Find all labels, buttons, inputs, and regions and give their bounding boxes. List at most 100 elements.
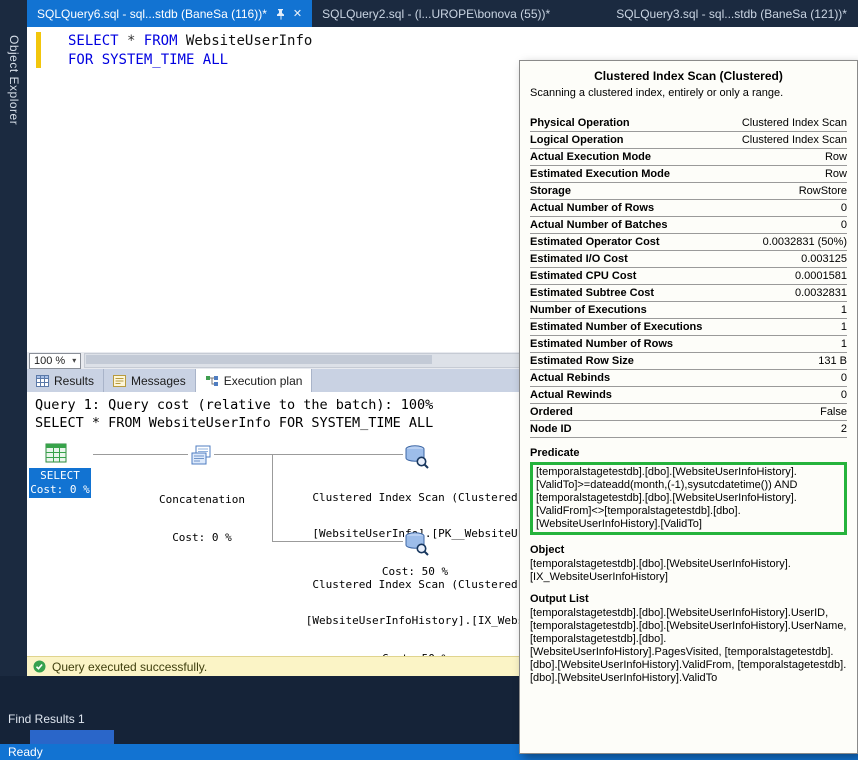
execution-plan-icon — [205, 375, 219, 387]
row-value: 0.0032831 — [795, 287, 847, 299]
find-results-selected-item[interactable] — [30, 730, 114, 744]
sql-keyword: FOR — [68, 52, 93, 68]
sql-code: SELECT*FROMWebsiteUserInfo FORSYSTEM_TIM… — [68, 32, 312, 70]
sql-keyword: FROM — [144, 33, 178, 49]
row-value: 1 — [841, 304, 847, 316]
row-label: Estimated Number of Rows — [530, 338, 673, 350]
select-node-icon[interactable] — [43, 440, 69, 466]
tab-execution-plan[interactable]: Execution plan — [196, 369, 313, 392]
row-value: 1 — [841, 338, 847, 350]
sql-keyword: SYSTEM_TIME — [102, 52, 195, 68]
output-list-text: [temporalstagetestdb].[dbo].[WebsiteUser… — [530, 607, 847, 685]
tooltip-row: Physical Operation Clustered Index Scan — [530, 115, 847, 132]
object-explorer-tab[interactable]: Object Explorer — [7, 35, 21, 125]
sql-operator: * — [127, 33, 135, 49]
tooltip-row: Actual Rewinds0 — [530, 387, 847, 404]
tooltip-row: StorageRowStore — [530, 183, 847, 200]
ssms-window: SQLQuery6.sql - sql...stdb (BaneSa (116)… — [0, 0, 858, 760]
row-label: Estimated Operator Cost — [530, 236, 660, 248]
tab-label: Messages — [131, 374, 186, 388]
row-value: 0 — [841, 219, 847, 231]
tooltip-row: Estimated CPU Cost0.0001581 — [530, 268, 847, 285]
node-cost: Cost: 0 % — [29, 483, 91, 497]
tooltip-row: Estimated Row Size131 B — [530, 353, 847, 370]
object-header: Object — [530, 544, 847, 556]
tab-label: SQLQuery6.sql - sql...stdb (BaneSa (116)… — [37, 7, 267, 21]
row-label: Ordered — [530, 406, 573, 418]
pin-icon[interactable] — [276, 8, 285, 20]
row-label: Estimated Number of Executions — [530, 321, 702, 333]
tooltip-row: Estimated I/O Cost0.003125 — [530, 251, 847, 268]
success-check-icon — [33, 660, 46, 673]
node-label: Clustered Index Scan (Clustered — [290, 492, 540, 504]
tab-label: SQLQuery2.sql - (l...UROPE\bonova (55))* — [322, 7, 550, 21]
row-label: Estimated Row Size — [530, 355, 634, 367]
tab-sqlquery6[interactable]: SQLQuery6.sql - sql...stdb (BaneSa (116)… — [27, 0, 312, 27]
status-text: Ready — [8, 745, 43, 759]
clustered-index-scan-2-label[interactable]: Clustered Index Scan (Clustered [Website… — [290, 555, 540, 656]
row-value: Clustered Index Scan — [742, 117, 847, 129]
clustered-index-scan-icon[interactable] — [403, 530, 429, 556]
plan-statement-text: SELECT * FROM WebsiteUserInfo FOR SYSTEM… — [35, 415, 433, 431]
chevron-down-icon: ▾ — [72, 356, 76, 365]
tooltip-row: Estimated Number of Executions 1 — [530, 319, 847, 336]
concatenation-node-icon[interactable] — [188, 443, 214, 469]
tab-sqlquery3[interactable]: SQLQuery3.sql - sql...stdb (BaneSa (121)… — [606, 0, 857, 27]
row-value: Row — [825, 151, 847, 163]
tooltip-subtitle: Scanning a clustered index, entirely or … — [530, 87, 847, 99]
row-value: Clustered Index Scan — [742, 134, 847, 146]
tooltip-row: Logical Operation Clustered Index Scan — [530, 132, 847, 149]
code-line-2: FOR SYSTEM_TIME ALL — [68, 51, 312, 70]
tab-label: Results — [54, 374, 94, 388]
clustered-index-scan-icon[interactable] — [403, 443, 429, 469]
node-label: SELECT — [29, 469, 91, 483]
row-label: Actual Rebinds — [530, 372, 610, 384]
code-line-1: SELECT*FROMWebsiteUserInfo — [68, 32, 312, 51]
tooltip-row: Estimated Execution ModeRow — [530, 166, 847, 183]
zoom-dropdown[interactable]: 100 % ▾ — [29, 353, 81, 369]
node-label: Concatenation — [147, 494, 257, 506]
row-value: 0.0032831 (50%) — [763, 236, 847, 248]
row-label: Logical Operation — [530, 134, 624, 146]
row-label: Actual Number of Batches — [530, 219, 668, 231]
tooltip-title: Clustered Index Scan (Clustered) — [530, 69, 847, 83]
tooltip-row: Actual Rebinds0 — [530, 370, 847, 387]
row-label: Storage — [530, 185, 571, 197]
tooltip-row: Estimated Number of Rows 1 — [530, 336, 847, 353]
row-label: Physical Operation — [530, 117, 630, 129]
row-label: Estimated CPU Cost — [530, 270, 636, 282]
close-icon[interactable]: ✕ — [293, 7, 302, 20]
row-value: 0.003125 — [801, 253, 847, 265]
row-value: 0 — [841, 389, 847, 401]
tooltip-row: Ordered False — [530, 404, 847, 421]
zoom-value: 100 % — [34, 355, 65, 367]
node-object: [WebsiteUserInfoHistory].[IX_Webs — [290, 615, 540, 627]
tab-sqlquery2[interactable]: SQLQuery2.sql - (l...UROPE\bonova (55))* — [312, 0, 560, 27]
tooltip-row: Actual Number of Batches 0 — [530, 217, 847, 234]
tab-messages[interactable]: Messages — [104, 369, 196, 392]
scrollbar-thumb[interactable] — [86, 355, 432, 364]
messages-icon — [113, 375, 126, 387]
row-value: 2 — [841, 423, 847, 435]
row-value: False — [820, 406, 847, 418]
node-label: Clustered Index Scan (Clustered — [290, 579, 540, 591]
select-node-label-selected[interactable]: SELECT Cost: 0 % — [29, 468, 91, 498]
row-label: Estimated Execution Mode — [530, 168, 670, 180]
change-tracking-bar — [36, 32, 41, 68]
sql-identifier: WebsiteUserInfo — [186, 33, 312, 49]
output-list-header: Output List — [530, 593, 847, 605]
tab-results[interactable]: Results — [27, 369, 104, 392]
left-dock-strip: Object Explorer — [0, 27, 27, 744]
row-label: Node ID — [530, 423, 572, 435]
row-value: 1 — [841, 321, 847, 333]
sql-keyword: ALL — [203, 52, 228, 68]
concatenation-node-label[interactable]: Concatenation Cost: 0 % — [147, 470, 257, 568]
tooltip-row: Estimated Subtree Cost0.0032831 — [530, 285, 847, 302]
document-tab-bar: SQLQuery6.sql - sql...stdb (BaneSa (116)… — [27, 0, 858, 27]
tooltip-row: Estimated Operator Cost 0.0032831 (50%) — [530, 234, 847, 251]
row-label: Actual Number of Rows — [530, 202, 654, 214]
plan-query-header: Query 1: Query cost (relative to the bat… — [35, 397, 433, 413]
tooltip-row: Actual Number of Rows0 — [530, 200, 847, 217]
results-grid-icon — [36, 375, 49, 387]
tab-label: SQLQuery3.sql - sql...stdb (BaneSa (121)… — [616, 7, 847, 21]
